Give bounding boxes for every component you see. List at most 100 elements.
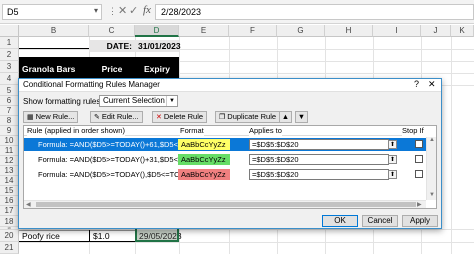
horizontal-scrollbar[interactable]: ◀ ▶ bbox=[24, 200, 426, 208]
column-header-k[interactable]: K bbox=[451, 25, 474, 37]
insert-function-icon[interactable]: fx bbox=[143, 4, 151, 16]
col-applies-header: Applies to bbox=[249, 126, 282, 136]
column-header-d[interactable]: D bbox=[135, 25, 179, 37]
rules-list: Rule (applied in order shown) Format App… bbox=[23, 125, 437, 209]
column-header-c[interactable]: C bbox=[89, 25, 135, 37]
chevron-down-icon[interactable]: ▾ bbox=[94, 6, 98, 15]
formula-value: 2/28/2023 bbox=[161, 7, 202, 17]
new-rule-button[interactable]: ▦ New Rule... bbox=[23, 111, 79, 123]
row-header-20[interactable]: 20 bbox=[0, 230, 19, 242]
header-expiry[interactable]: Expiry bbox=[135, 63, 179, 75]
scroll-up-icon[interactable]: ▲ bbox=[429, 137, 435, 143]
row-header-21[interactable]: 21 bbox=[0, 242, 19, 254]
row-header-1[interactable]: 1 bbox=[0, 37, 19, 49]
format-preview: AaBbCcYyZz bbox=[178, 169, 230, 180]
row-header-8[interactable]: 8 bbox=[0, 116, 19, 126]
stop-if-true-checkbox[interactable] bbox=[415, 140, 423, 148]
edit-rule-button[interactable]: ✎ Edit Rule... bbox=[90, 111, 143, 123]
arrow-down-icon: ▼ bbox=[297, 112, 306, 121]
rule-row[interactable]: Formula: =AND($D5>=TODAY(),$D5<=TODAY()+… bbox=[24, 168, 436, 181]
duplicate-rule-label: Duplicate Rule bbox=[227, 112, 277, 121]
column-header-f[interactable]: F bbox=[229, 25, 277, 37]
move-down-button[interactable]: ▼ bbox=[295, 111, 308, 123]
duplicate-icon: ❐ bbox=[219, 114, 226, 121]
header-product[interactable]: Granola Bars bbox=[19, 63, 89, 75]
select-all-corner[interactable] bbox=[0, 25, 19, 37]
cancel-entry-icon[interactable]: ✕ bbox=[118, 4, 127, 17]
close-icon[interactable]: ✕ bbox=[428, 79, 436, 90]
new-rule-icon: ▦ bbox=[27, 114, 34, 121]
date-value-cell[interactable]: 31/01/2023 bbox=[135, 40, 181, 52]
conditional-formatting-dialog: Conditional Formatting Rules Manager ? ✕… bbox=[18, 78, 442, 229]
apply-button[interactable]: Apply bbox=[402, 215, 438, 227]
chevron-down-icon[interactable]: ▼ bbox=[166, 96, 177, 106]
edit-rule-icon: ✎ bbox=[94, 114, 100, 121]
column-header-j[interactable]: J bbox=[421, 25, 451, 37]
row-header-11[interactable]: 11 bbox=[0, 146, 19, 156]
show-rules-value: Current Selection bbox=[103, 96, 165, 105]
price-cell[interactable]: $1.0 bbox=[89, 230, 135, 242]
scroll-left-icon[interactable]: ◀ bbox=[26, 201, 31, 208]
move-up-button[interactable]: ▲ bbox=[279, 111, 292, 123]
formula-input[interactable]: 2/28/2023 bbox=[155, 4, 474, 20]
row-header-4[interactable]: 4 bbox=[0, 73, 19, 85]
date-label-cell[interactable]: DATE: bbox=[89, 40, 135, 52]
rule-row[interactable]: Formula: =AND($D5>=TODAY()+31,$D5<=TODAY… bbox=[24, 153, 436, 166]
row-header-5[interactable]: 5 bbox=[0, 85, 19, 96]
collapse-range-icon[interactable]: ⬆ bbox=[388, 140, 397, 149]
rule-row[interactable]: Formula: =AND($D5>=TODAY()+61,$D5<=TODAY… bbox=[24, 138, 436, 151]
column-header-b[interactable]: B bbox=[19, 25, 89, 37]
dialog-title-bar[interactable]: Conditional Formatting Rules Manager ? ✕ bbox=[19, 79, 441, 92]
scroll-thumb[interactable] bbox=[36, 202, 416, 207]
duplicate-rule-button[interactable]: ❐ Duplicate Rule bbox=[215, 111, 281, 123]
row-header-10[interactable]: 10 bbox=[0, 136, 19, 146]
new-rule-label: New Rule... bbox=[35, 112, 75, 121]
row-header-15[interactable]: 15 bbox=[0, 186, 19, 196]
show-rules-select[interactable]: Current Selection ▼ bbox=[99, 95, 178, 107]
col-stop-header: Stop If True bbox=[402, 126, 436, 145]
name-box-value: D5 bbox=[7, 7, 19, 17]
col-rule-header: Rule (applied in order shown) bbox=[27, 126, 125, 136]
row-header-13[interactable]: 13 bbox=[0, 166, 19, 176]
column-header-g[interactable]: G bbox=[277, 25, 325, 37]
stop-if-true-checkbox[interactable] bbox=[415, 170, 423, 178]
cancel-button[interactable]: Cancel bbox=[362, 215, 398, 227]
arrow-up-icon: ▲ bbox=[281, 112, 290, 121]
applies-to-input[interactable]: =$D$5:$D$20 bbox=[249, 139, 389, 150]
header-price[interactable]: Price bbox=[89, 63, 135, 75]
scroll-down-icon[interactable]: ▼ bbox=[429, 192, 435, 198]
delete-rule-button[interactable]: ✕ Delete Rule bbox=[152, 111, 208, 123]
column-header-i[interactable]: I bbox=[373, 25, 421, 37]
confirm-entry-icon[interactable]: ✓ bbox=[129, 4, 138, 17]
column-header-e[interactable]: E bbox=[179, 25, 229, 37]
scroll-right-icon[interactable]: ▶ bbox=[417, 201, 422, 208]
row-header-14[interactable]: 14 bbox=[0, 176, 19, 186]
row-header-17[interactable]: 17 bbox=[0, 206, 19, 216]
col-format-header: Format bbox=[180, 126, 204, 136]
row-header-16[interactable]: 16 bbox=[0, 196, 19, 206]
gridline bbox=[19, 242, 474, 243]
row-header-12[interactable]: 12 bbox=[0, 156, 19, 166]
collapse-range-icon[interactable]: ⬆ bbox=[388, 155, 397, 164]
row-header-9[interactable]: 9 bbox=[0, 126, 19, 136]
row-header-7[interactable]: 7 bbox=[0, 106, 19, 116]
ok-button[interactable]: OK bbox=[322, 215, 358, 227]
applies-to-input[interactable]: =$D$5:$D$20 bbox=[249, 169, 389, 180]
row-header-6[interactable]: 6 bbox=[0, 96, 19, 106]
format-preview: AaBbCcYyZz bbox=[178, 154, 230, 165]
format-preview: AaBbCcYyZz bbox=[178, 139, 230, 150]
vertical-scrollbar[interactable]: ▲ ▼ bbox=[426, 137, 436, 200]
row-header-3[interactable]: 3 bbox=[0, 61, 19, 73]
collapse-range-icon[interactable]: ⬆ bbox=[388, 170, 397, 179]
column-header-h[interactable]: H bbox=[325, 25, 373, 37]
separator-dots-icon: ⋮ bbox=[108, 6, 118, 16]
formula-bar: D5 ▾ ⋮ ✕ ✓ fx 2/28/2023 bbox=[0, 0, 474, 24]
delete-icon: ✕ bbox=[156, 114, 162, 121]
help-icon[interactable]: ? bbox=[414, 79, 419, 89]
row-header-2[interactable]: 2 bbox=[0, 49, 19, 61]
applies-to-input[interactable]: =$D$5:$D$20 bbox=[249, 154, 389, 165]
product-cell[interactable]: Poofy rice bbox=[19, 230, 89, 242]
name-box[interactable]: D5 ▾ bbox=[2, 4, 102, 20]
delete-rule-label: Delete Rule bbox=[163, 112, 204, 121]
stop-if-true-checkbox[interactable] bbox=[415, 155, 423, 163]
